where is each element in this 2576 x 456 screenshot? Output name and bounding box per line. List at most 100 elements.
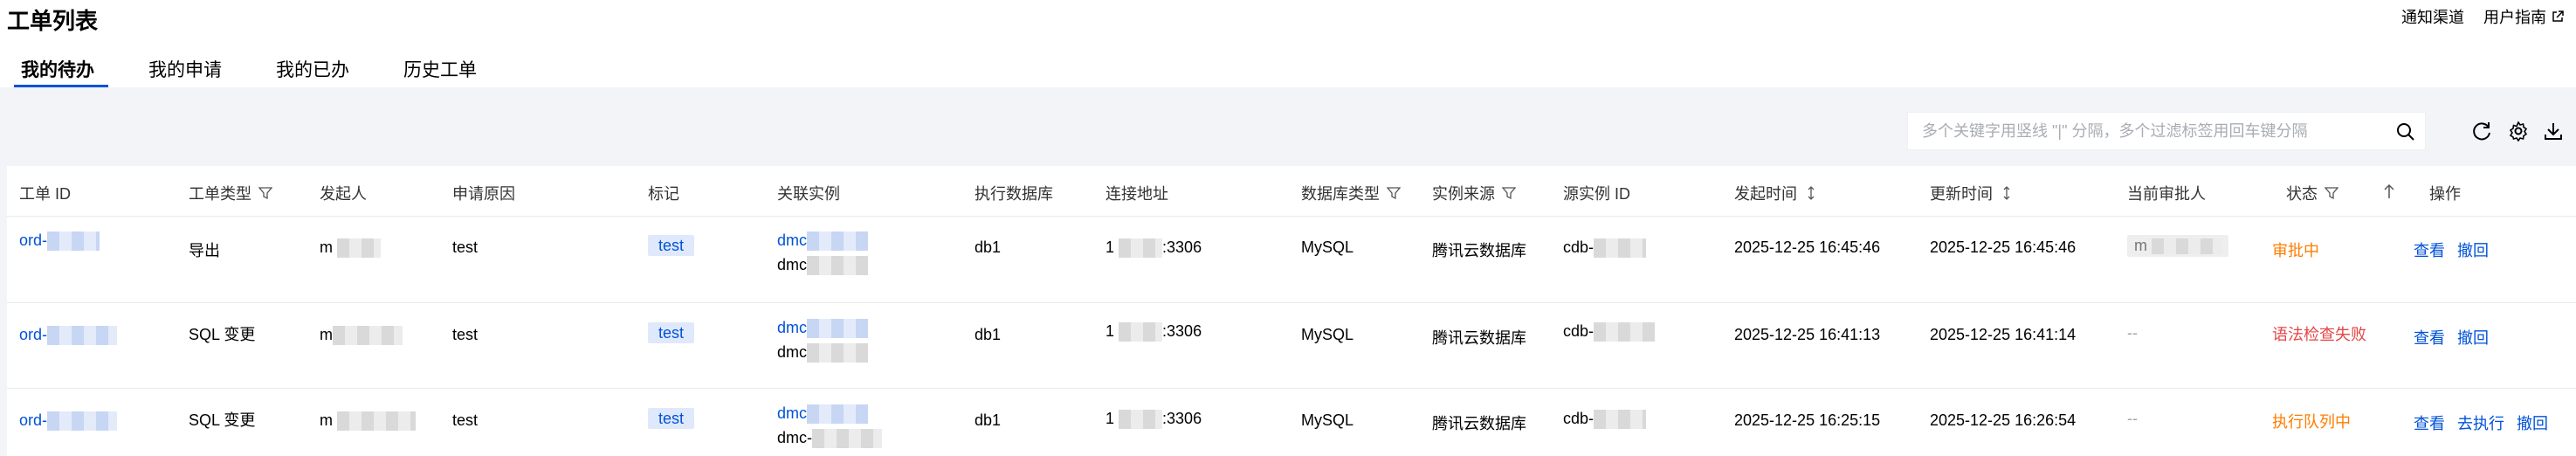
search-box <box>1907 112 2426 150</box>
view-button[interactable]: 查看 <box>2414 411 2445 434</box>
approver: m <box>2127 235 2229 257</box>
redacted-block <box>812 429 882 449</box>
tab-my-todo[interactable]: 我的待办 <box>7 51 108 87</box>
ticket-type: 导出 <box>189 242 220 259</box>
ticket-id-link[interactable]: ord- <box>19 231 100 252</box>
address-prefix: 1 <box>1105 322 1115 340</box>
address-prefix: 1 <box>1105 238 1115 256</box>
filter-icon[interactable] <box>258 186 272 200</box>
status-badge: 执行队列中 <box>2272 413 2351 431</box>
ticket-id-text: ord- <box>19 411 48 429</box>
external-link-icon <box>2552 10 2564 22</box>
column-header-instance: 关联实例 <box>777 182 840 204</box>
refresh-icon[interactable] <box>2471 121 2492 142</box>
tag-badge: test <box>648 235 695 256</box>
instance-link[interactable]: dmc <box>777 319 807 336</box>
redacted-block <box>2152 238 2222 255</box>
tab-history[interactable]: 历史工单 <box>389 51 491 87</box>
source-instance-id: cdb- <box>1563 410 1647 430</box>
source-id-text: cdb- <box>1563 238 1595 256</box>
updated-time: 2025-12-25 16:45:46 <box>1930 238 2077 256</box>
column-header-database: 执行数据库 <box>975 182 1053 204</box>
redacted-block <box>807 319 869 339</box>
view-button[interactable]: 查看 <box>2414 326 2445 349</box>
source: 腾讯云数据库 <box>1432 242 1526 259</box>
settings-icon[interactable] <box>2508 121 2529 142</box>
column-label: 源实例 ID <box>1563 185 1631 203</box>
column-header-source: 实例来源 <box>1432 182 1516 204</box>
notification-channel-link[interactable]: 通知渠道 <box>2401 5 2464 28</box>
source-id-text: cdb- <box>1563 322 1595 340</box>
sort-icon[interactable] <box>2000 186 2014 200</box>
instance-link[interactable]: dmc <box>777 231 807 249</box>
redacted-block <box>337 238 382 259</box>
ticket-id-link[interactable]: ord- <box>19 411 118 432</box>
row-actions: 查看 去执行 撤回 <box>2414 411 2548 434</box>
header-links: 通知渠道 用户指南 <box>2401 5 2564 28</box>
approver-text: m <box>2134 237 2147 254</box>
linked-instance: dmc dmc- <box>777 401 882 450</box>
withdraw-button[interactable]: 撤回 <box>2457 326 2489 349</box>
ticket-id-link[interactable]: ord- <box>19 326 118 346</box>
page-header: 工单列表 通知渠道 用户指南 我的待办 我的申请 我的已办 历史工单 <box>0 0 2576 87</box>
page-title: 工单列表 <box>7 8 99 34</box>
withdraw-button[interactable]: 撤回 <box>2517 411 2548 434</box>
ticket-type: SQL 变更 <box>189 411 256 429</box>
created-time: 2025-12-25 16:45:46 <box>1734 238 1881 256</box>
tab-my-done[interactable]: 我的已办 <box>262 51 363 87</box>
address: 1 :3306 <box>1105 238 1202 259</box>
address-port: :3306 <box>1162 410 1202 427</box>
instance-link[interactable]: dmc <box>777 404 807 422</box>
approver-badge: m <box>2127 235 2229 257</box>
redacted-block <box>807 231 869 252</box>
column-label: 更新时间 <box>1930 185 1993 203</box>
filter-icon[interactable] <box>1502 186 1516 200</box>
column-label: 执行数据库 <box>975 185 1053 203</box>
status-badge: 语法检查失败 <box>2272 326 2366 343</box>
database: db1 <box>975 411 1002 429</box>
filter-icon[interactable] <box>2325 186 2338 200</box>
created-time: 2025-12-25 16:25:15 <box>1734 411 1881 429</box>
column-header-ticket-type: 工单类型 <box>189 182 272 204</box>
search-input[interactable] <box>1908 121 2380 141</box>
table-header: 工单 ID 工单类型 发起人 申请原因 标记 关联实例 执行数据库 连接地址 数… <box>7 166 2576 217</box>
sort-icon[interactable] <box>1804 186 1818 200</box>
initiator-text: m <box>320 238 333 256</box>
db-type: MySQL <box>1301 326 1354 343</box>
initiator: m <box>320 238 382 259</box>
column-label: 工单类型 <box>189 185 251 203</box>
tab-my-requests[interactable]: 我的申请 <box>134 51 236 87</box>
column-header-ticket-id: 工单 ID <box>19 182 71 204</box>
source-id-text: cdb- <box>1563 410 1595 427</box>
redacted-block <box>1119 322 1163 342</box>
download-icon[interactable] <box>2543 121 2564 142</box>
address: 1 :3306 <box>1105 410 1202 430</box>
instance-text: dmc <box>777 256 808 273</box>
search-icon[interactable] <box>2395 121 2416 142</box>
created-time: 2025-12-25 16:41:13 <box>1734 326 1881 343</box>
column-label: 数据库类型 <box>1301 185 1380 203</box>
approver: -- <box>2127 410 2138 427</box>
initiator-text: m <box>320 326 333 343</box>
column-header-initiator: 发起人 <box>320 182 367 204</box>
user-guide-label: 用户指南 <box>2483 9 2546 26</box>
approver: -- <box>2127 324 2138 342</box>
db-type: MySQL <box>1301 238 1354 256</box>
filter-icon[interactable] <box>1387 186 1401 200</box>
ticket-id-text: ord- <box>19 231 48 249</box>
database: db1 <box>975 326 1002 343</box>
column-label: 发起时间 <box>1734 185 1797 203</box>
sort-arrow-up-icon[interactable] <box>2382 183 2396 199</box>
column-header-approver: 当前审批人 <box>2127 182 2206 204</box>
tag: test <box>648 408 695 429</box>
view-button[interactable]: 查看 <box>2414 238 2445 261</box>
execute-button[interactable]: 去执行 <box>2457 411 2504 434</box>
row-actions: 查看 撤回 <box>2414 326 2489 349</box>
redacted-block <box>1594 322 1656 342</box>
column-label: 连接地址 <box>1105 185 1168 203</box>
withdraw-button[interactable]: 撤回 <box>2457 238 2489 261</box>
column-header-db-type: 数据库类型 <box>1301 182 1401 204</box>
user-guide-link[interactable]: 用户指南 <box>2483 5 2564 28</box>
initiator-text: m <box>320 411 333 429</box>
source: 腾讯云数据库 <box>1432 329 1526 347</box>
